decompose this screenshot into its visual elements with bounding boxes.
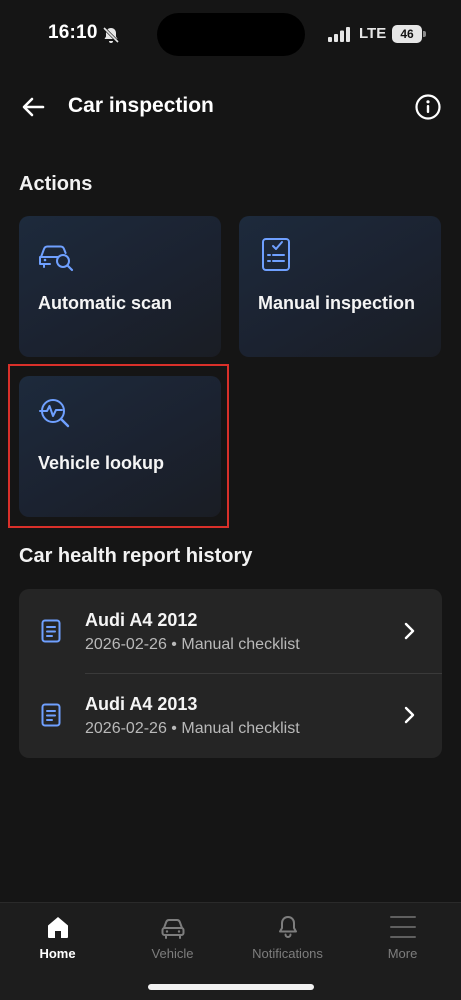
vehicle-lookup-card[interactable]: Vehicle lookup xyxy=(19,376,221,517)
history-title: Audi A4 2013 xyxy=(85,694,198,714)
tab-more[interactable]: More xyxy=(345,903,460,973)
tab-label: More xyxy=(387,946,418,961)
document-icon xyxy=(41,703,61,727)
history-list: Audi A4 2012 2026-02-26 • Manual checkli… xyxy=(19,589,442,758)
battery-level: 46 xyxy=(400,27,414,41)
tab-label: Home xyxy=(39,946,76,961)
tab-home[interactable]: Home xyxy=(0,903,115,973)
status-time: 16:10 xyxy=(48,22,98,43)
history-subtitle: 2026-02-26 • Manual checklist xyxy=(85,720,300,738)
history-date: 2026-02-26 xyxy=(85,636,167,653)
vehicle-lookup-label: Vehicle lookup xyxy=(38,453,165,473)
status-bar: 16:10 LTE 46 xyxy=(0,0,461,70)
battery-nub xyxy=(423,31,426,37)
tab-label: Vehicle xyxy=(151,946,194,961)
menu-icon xyxy=(390,916,416,938)
history-title: Audi A4 2012 xyxy=(85,610,198,630)
page-title: Car inspection xyxy=(68,94,214,117)
history-type: Manual checklist xyxy=(181,720,300,737)
diagnostic-search-icon xyxy=(39,399,70,428)
history-type: Manual checklist xyxy=(181,636,300,653)
app-screen: 16:10 LTE 46 Car inspection Actions Auto… xyxy=(0,0,461,1000)
chevron-right-icon xyxy=(404,706,415,724)
document-icon xyxy=(41,619,61,643)
car-icon xyxy=(161,919,185,939)
signal-icon xyxy=(328,27,350,42)
history-separator: • xyxy=(171,720,177,737)
tab-label: Notifications xyxy=(252,946,323,961)
battery-icon: 46 xyxy=(392,25,422,43)
back-arrow-icon[interactable] xyxy=(18,92,48,122)
automatic-scan-card[interactable]: Automatic scan xyxy=(19,216,221,357)
history-section-title: Car health report history xyxy=(19,545,253,567)
bell-icon xyxy=(279,916,297,938)
tab-notifications[interactable]: Notifications xyxy=(230,903,345,973)
car-search-icon xyxy=(39,245,74,272)
info-icon[interactable] xyxy=(414,93,442,121)
checklist-icon xyxy=(262,238,290,271)
actions-section-title: Actions xyxy=(19,173,93,195)
dynamic-island xyxy=(157,13,305,56)
muted-bell-icon xyxy=(102,26,120,44)
chevron-right-icon xyxy=(404,622,415,640)
history-row[interactable]: Audi A4 2012 2026-02-26 • Manual checkli… xyxy=(19,589,442,674)
home-icon xyxy=(48,917,68,938)
automatic-scan-label: Automatic scan xyxy=(38,293,173,313)
history-row[interactable]: Audi A4 2013 2026-02-26 • Manual checkli… xyxy=(19,673,442,757)
tab-vehicle[interactable]: Vehicle xyxy=(115,903,230,973)
network-type: LTE xyxy=(359,25,387,42)
home-indicator xyxy=(148,984,314,990)
header: Car inspection xyxy=(0,84,461,130)
history-subtitle: 2026-02-26 • Manual checklist xyxy=(85,636,300,654)
manual-inspection-label: Manual inspection xyxy=(258,293,416,313)
history-separator: • xyxy=(171,636,177,653)
manual-inspection-card[interactable]: Manual inspection xyxy=(239,216,441,357)
history-date: 2026-02-26 xyxy=(85,720,167,737)
